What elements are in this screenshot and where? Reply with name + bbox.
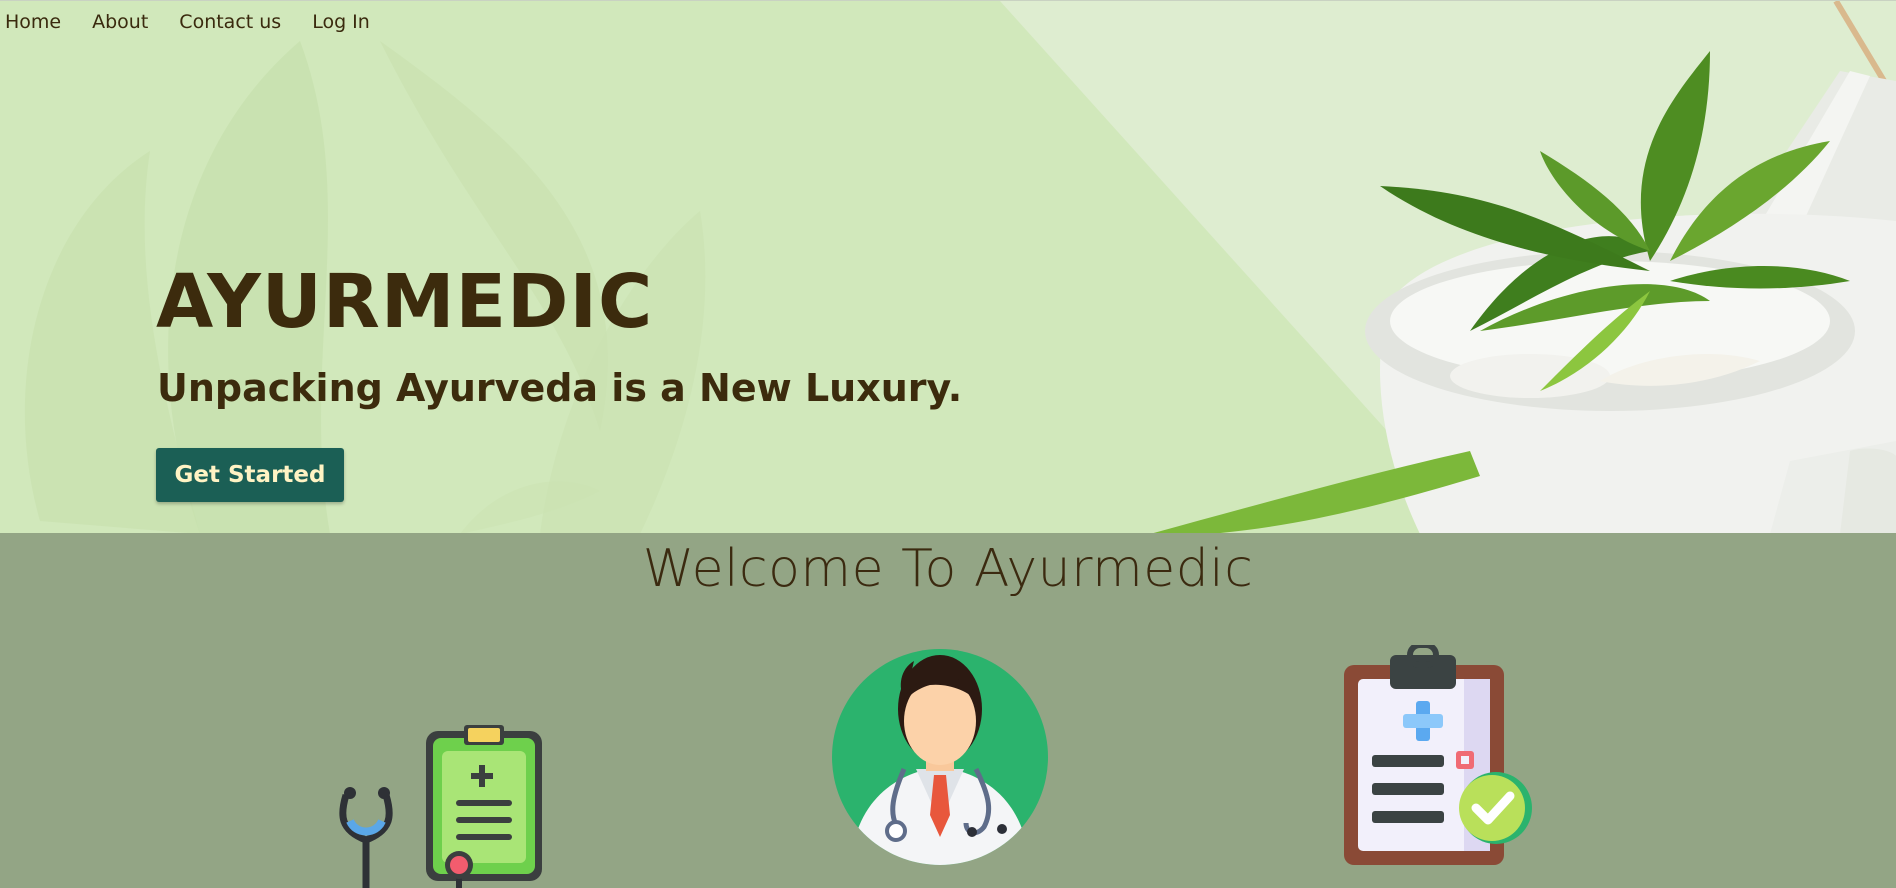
nav-contact-link[interactable]: Contact us	[174, 9, 286, 35]
main-nav: Home About Contact us Log In	[0, 9, 375, 35]
mortar-plant-image	[1153, 1, 1896, 533]
nav-home-link[interactable]: Home	[0, 9, 66, 35]
hero-title: AYURMEDIC	[156, 259, 654, 345]
hero-banner: Home About Contact us Log In AYURMEDIC U…	[0, 0, 1896, 533]
nav-login-link[interactable]: Log In	[307, 9, 375, 35]
stethoscope-clipboard-icon	[339, 725, 542, 888]
welcome-heading: Welcome To Ayurmedic	[642, 539, 1254, 599]
medical-report-icon	[1344, 645, 1532, 865]
doctor-avatar-icon	[832, 649, 1048, 865]
nav-about-link[interactable]: About	[87, 9, 153, 35]
get-started-button[interactable]: Get Started	[156, 448, 344, 502]
hero-subtitle: Unpacking Ayurveda is a New Luxury.	[157, 366, 963, 410]
